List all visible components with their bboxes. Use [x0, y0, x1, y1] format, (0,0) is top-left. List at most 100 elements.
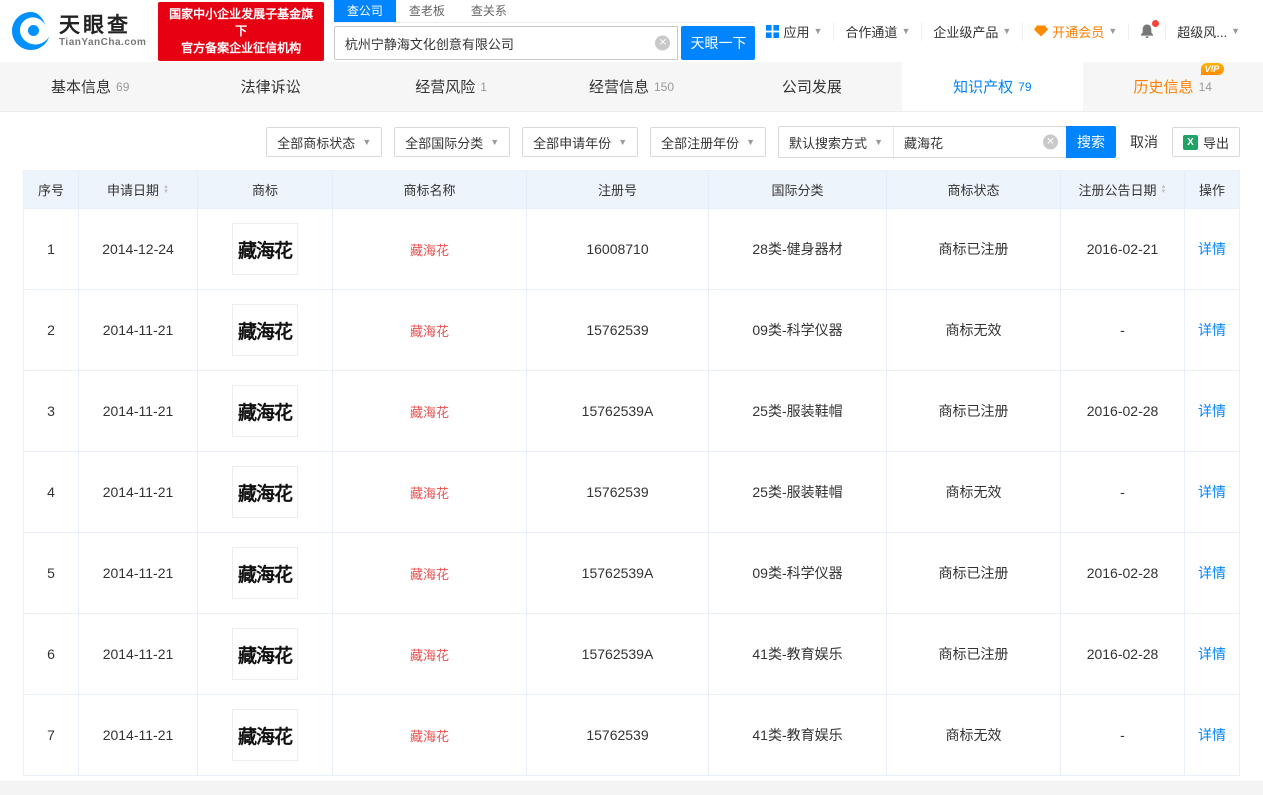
menu-enterprise-label: 企业级产品 [933, 24, 999, 40]
tab-operating-risk[interactable]: 经营风险 1 [361, 62, 541, 111]
apply-date: 2014-11-21 [79, 533, 198, 613]
tab-count: 1 [480, 79, 487, 94]
clear-keyword-icon[interactable]: ✕ [1042, 134, 1058, 150]
tab-basic-info[interactable]: 基本信息 69 [0, 62, 180, 111]
tab-history-info[interactable]: 历史信息 VIP 14 [1083, 62, 1263, 111]
clear-search-icon[interactable]: ✕ [655, 35, 671, 51]
filter-trademark-status[interactable]: 全部商标状态 ▼ [266, 127, 383, 157]
chevron-down-icon: ▼ [1002, 26, 1012, 36]
trademark-image[interactable]: 藏海花 [232, 709, 298, 761]
trademark-image[interactable]: 藏海花 [232, 466, 298, 518]
cancel-button[interactable]: 取消 [1130, 132, 1158, 152]
trademark-name[interactable]: 藏海花 [410, 483, 449, 502]
page-footer-strip [0, 781, 1263, 795]
tab-operating-info[interactable]: 经营信息 150 [541, 62, 721, 111]
trademark-image-cell: 藏海花 [198, 533, 333, 613]
detail-link[interactable]: 详情 [1198, 725, 1226, 745]
trademark-image[interactable]: 藏海花 [232, 628, 298, 680]
trademark-image[interactable]: 藏海花 [232, 547, 298, 599]
filter-label: 全部注册年份 [661, 135, 740, 151]
col-apply-date: 申请日期 ▲ ▼ [79, 171, 198, 208]
brand-domain: TianYanCha.com [59, 37, 147, 49]
trademark-image-cell: 藏海花 [198, 371, 333, 451]
chevron-down-icon: ▼ [901, 26, 911, 36]
tab-search-boss[interactable]: 查老板 [396, 0, 458, 22]
intl-class: 41类-教育娱乐 [709, 614, 887, 694]
certification-line2: 官方备案企业征信机构 [181, 40, 302, 55]
sort-icon[interactable]: ▲ ▼ [163, 184, 169, 195]
col-trademark-name: 商标名称 [333, 171, 527, 208]
filter-apply-year[interactable]: 全部申请年份 ▼ [522, 127, 639, 157]
tab-label: 历史信息 [1133, 79, 1194, 96]
detail-link[interactable]: 详情 [1198, 401, 1226, 421]
search-mode-select[interactable]: 默认搜索方式 ▼ [779, 127, 894, 157]
search-button[interactable]: 搜索 [1065, 126, 1116, 158]
col-trademark: 商标 [198, 171, 333, 208]
trademark-status: 商标已注册 [887, 209, 1061, 289]
menu-open-vip[interactable]: 开通会员 ▼ [1022, 21, 1128, 41]
chevron-down-icon: ▼ [746, 137, 756, 147]
apply-date: 2014-11-21 [79, 452, 198, 532]
tab-label: 法律诉讼 [240, 79, 301, 96]
trademark-status: 商标无效 [887, 452, 1061, 532]
trademark-name[interactable]: 藏海花 [410, 402, 449, 421]
publication-date: 2016-02-28 [1061, 533, 1185, 613]
trademark-name[interactable]: 藏海花 [410, 321, 449, 340]
export-button[interactable]: X 导出 [1171, 127, 1240, 157]
detail-link[interactable]: 详情 [1198, 644, 1226, 664]
tab-count: 14 [1198, 80, 1212, 94]
trademark-name[interactable]: 藏海花 [410, 726, 449, 745]
table-row: 3 2014-11-21 藏海花 藏海花 15762539A 25类-服装鞋帽 … [24, 370, 1239, 451]
company-search-input[interactable] [333, 26, 679, 60]
apply-date: 2014-11-21 [79, 695, 198, 775]
table-row: 6 2014-11-21 藏海花 藏海花 15762539A 41类-教育娱乐 … [24, 613, 1239, 694]
menu-enterprise-products[interactable]: 企业级产品 ▼ [921, 21, 1022, 41]
trademark-name[interactable]: 藏海花 [410, 645, 449, 664]
keyword-input[interactable] [893, 127, 1066, 157]
apply-date: 2014-11-21 [79, 371, 198, 451]
trademark-image-cell: 藏海花 [198, 452, 333, 532]
filter-label: 全部商标状态 [277, 135, 356, 151]
apply-date: 2014-11-21 [79, 290, 198, 370]
col-status: 商标状态 [887, 171, 1061, 208]
tianyancha-logo-icon [12, 12, 50, 50]
detail-link[interactable]: 详情 [1198, 563, 1226, 583]
trademark-table: 序号 申请日期 ▲ ▼ 商标 商标名称 注册号 国际分类 商标状态 注册公告日期 … [23, 170, 1240, 776]
keyword-search-group: 默认搜索方式 ▼ ✕ 搜索 [778, 126, 1116, 158]
tab-legal-proceedings[interactable]: 法律诉讼 [180, 62, 360, 111]
filter-intl-class[interactable]: 全部国际分类 ▼ [394, 127, 511, 157]
trademark-status: 商标已注册 [887, 533, 1061, 613]
menu-cooperation[interactable]: 合作通道 ▼ [833, 21, 921, 41]
table-row: 1 2014-12-24 藏海花 藏海花 16008710 28类-健身器材 商… [24, 208, 1239, 289]
detail-link[interactable]: 详情 [1198, 320, 1226, 340]
publication-date: - [1061, 290, 1185, 370]
tab-label: 公司发展 [781, 79, 842, 96]
certification-line1: 国家中小企业发展子基金旗下 [169, 6, 314, 38]
registration-number: 15762539 [527, 290, 709, 370]
detail-link[interactable]: 详情 [1198, 482, 1226, 502]
trademark-image[interactable]: 藏海花 [232, 385, 298, 437]
filter-register-year[interactable]: 全部注册年份 ▼ [650, 127, 767, 157]
tianyancha-logo[interactable]: 天眼查 TianYanCha.com [10, 10, 146, 52]
tianyan-search-button[interactable]: 天眼一下 [681, 26, 756, 60]
trademark-name[interactable]: 藏海花 [410, 564, 449, 583]
menu-apps[interactable]: 应用 ▼ [755, 22, 833, 41]
tab-company-development[interactable]: 公司发展 [722, 62, 902, 111]
menu-super-risk[interactable]: 超级风... ▼ [1165, 21, 1251, 41]
tab-intellectual-property[interactable]: 知识产权 79 [902, 62, 1083, 111]
tab-search-company[interactable]: 查公司 [333, 0, 396, 22]
registration-number: 15762539 [527, 695, 709, 775]
notification-bell[interactable] [1128, 19, 1165, 40]
trademark-image[interactable]: 藏海花 [232, 304, 298, 356]
publication-date: 2016-02-28 [1061, 614, 1185, 694]
trademark-name[interactable]: 藏海花 [410, 240, 449, 259]
trademark-image-cell: 藏海花 [198, 695, 333, 775]
trademark-image[interactable]: 藏海花 [232, 223, 298, 275]
filter-label: 全部申请年份 [533, 135, 612, 151]
menu-cooperation-label: 合作通道 [845, 24, 898, 40]
tab-search-relation[interactable]: 查关系 [458, 0, 520, 22]
detail-link[interactable]: 详情 [1198, 239, 1226, 259]
header: 天眼查 TianYanCha.com 国家中小企业发展子基金旗下 官方备案企业征… [0, 0, 1263, 62]
table-row: 7 2014-11-21 藏海花 藏海花 15762539 41类-教育娱乐 商… [24, 694, 1239, 775]
sort-icon[interactable]: ▲ ▼ [1161, 184, 1167, 195]
